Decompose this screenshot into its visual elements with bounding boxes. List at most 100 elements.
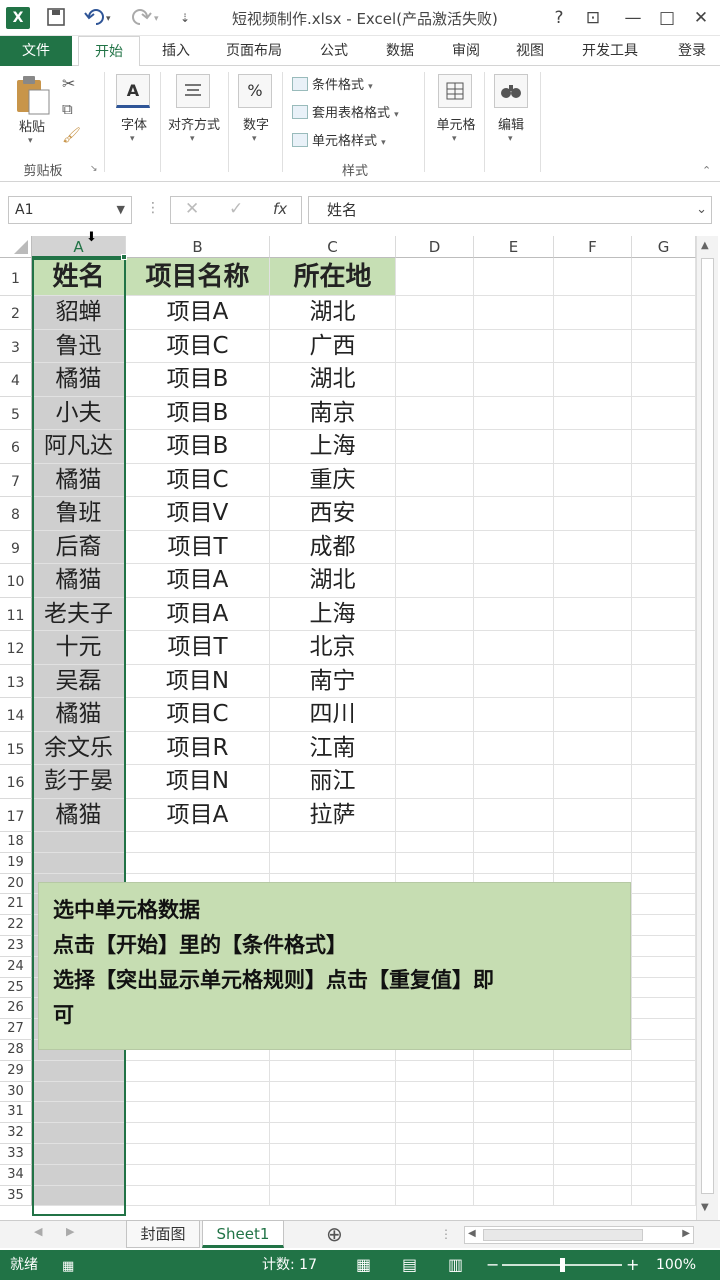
row-header[interactable]: 25 bbox=[0, 977, 32, 999]
zoom-slider-thumb[interactable] bbox=[560, 1258, 565, 1272]
empty-cell[interactable] bbox=[126, 832, 270, 853]
empty-cell[interactable] bbox=[554, 1081, 632, 1103]
header-cell[interactable]: 项目名称 bbox=[126, 258, 270, 296]
empty-cell[interactable] bbox=[632, 497, 696, 531]
table-cell[interactable]: 彭于晏 bbox=[32, 765, 126, 799]
table-cell[interactable]: 项目A bbox=[126, 296, 270, 330]
table-cell[interactable]: 后裔 bbox=[32, 530, 126, 564]
table-cell[interactable]: 西安 bbox=[270, 497, 396, 531]
empty-cell[interactable] bbox=[554, 530, 632, 564]
empty-cell[interactable] bbox=[632, 956, 696, 978]
empty-cell[interactable] bbox=[396, 258, 474, 296]
empty-cell[interactable] bbox=[474, 396, 554, 430]
row-header[interactable]: 10 bbox=[0, 564, 32, 598]
table-cell[interactable]: 橘猫 bbox=[32, 698, 126, 732]
empty-cell[interactable] bbox=[396, 698, 474, 732]
empty-cell[interactable] bbox=[396, 852, 474, 874]
empty-cell[interactable] bbox=[632, 1019, 696, 1040]
table-format-button[interactable]: 套用表格格式 ▾ bbox=[292, 102, 399, 121]
maximize-icon[interactable]: □ bbox=[654, 6, 680, 30]
row-header[interactable]: 8 bbox=[0, 497, 32, 531]
table-cell[interactable]: 项目N bbox=[126, 664, 270, 698]
close-icon[interactable]: ✕ bbox=[688, 6, 714, 30]
empty-cell[interactable] bbox=[126, 1123, 270, 1144]
row-header[interactable]: 11 bbox=[0, 597, 32, 631]
empty-cell[interactable] bbox=[126, 1185, 270, 1207]
alignment-icon[interactable] bbox=[176, 74, 210, 108]
conditional-format-button[interactable]: 条件格式 ▾ bbox=[292, 74, 373, 93]
zoom-level[interactable]: 100% bbox=[656, 1250, 696, 1280]
tab-split-icon[interactable]: ⋮ bbox=[440, 1227, 452, 1241]
empty-cell[interactable] bbox=[632, 1081, 696, 1103]
empty-cell[interactable] bbox=[474, 497, 554, 531]
table-cell[interactable]: 四川 bbox=[270, 698, 396, 732]
header-cell[interactable]: 所在地 bbox=[270, 258, 396, 296]
empty-cell[interactable] bbox=[474, 463, 554, 497]
empty-cell[interactable] bbox=[474, 1102, 554, 1124]
empty-cell[interactable] bbox=[396, 1081, 474, 1103]
empty-cell[interactable] bbox=[396, 832, 474, 853]
row-header[interactable]: 35 bbox=[0, 1185, 32, 1207]
empty-cell[interactable] bbox=[396, 1123, 474, 1144]
row-header[interactable]: 4 bbox=[0, 363, 32, 397]
cancel-icon[interactable]: ✕ bbox=[185, 199, 199, 219]
empty-cell[interactable] bbox=[32, 1185, 126, 1207]
row-header[interactable]: 2 bbox=[0, 296, 32, 330]
empty-cell[interactable] bbox=[126, 852, 270, 874]
cells-icon[interactable] bbox=[438, 74, 472, 108]
table-cell[interactable]: 项目R bbox=[126, 731, 270, 765]
empty-cell[interactable] bbox=[474, 597, 554, 631]
empty-cell[interactable] bbox=[632, 396, 696, 430]
empty-cell[interactable] bbox=[32, 1060, 126, 1082]
table-cell[interactable]: 项目T bbox=[126, 530, 270, 564]
table-cell[interactable]: 江南 bbox=[270, 731, 396, 765]
empty-cell[interactable] bbox=[632, 765, 696, 799]
table-cell[interactable]: 老夫子 bbox=[32, 597, 126, 631]
empty-cell[interactable] bbox=[632, 998, 696, 1020]
select-all-corner[interactable] bbox=[0, 236, 32, 258]
empty-cell[interactable] bbox=[632, 832, 696, 853]
table-cell[interactable]: 鲁班 bbox=[32, 497, 126, 531]
sheet-tab-cover[interactable]: 封面图 bbox=[126, 1220, 200, 1248]
empty-cell[interactable] bbox=[270, 852, 396, 874]
empty-cell[interactable] bbox=[396, 463, 474, 497]
insert-function-icon[interactable]: fx bbox=[273, 200, 287, 218]
empty-cell[interactable] bbox=[474, 765, 554, 799]
table-cell[interactable]: 橘猫 bbox=[32, 798, 126, 832]
table-cell[interactable]: 项目B bbox=[126, 430, 270, 464]
empty-cell[interactable] bbox=[474, 1123, 554, 1144]
empty-cell[interactable] bbox=[396, 731, 474, 765]
copy-icon[interactable]: ⧉ bbox=[62, 100, 73, 118]
empty-cell[interactable] bbox=[632, 1102, 696, 1124]
table-cell[interactable]: 湖北 bbox=[270, 363, 396, 397]
empty-cell[interactable] bbox=[32, 1102, 126, 1124]
empty-cell[interactable] bbox=[474, 852, 554, 874]
empty-cell[interactable] bbox=[474, 631, 554, 665]
binoculars-icon[interactable] bbox=[494, 74, 528, 108]
empty-cell[interactable] bbox=[396, 564, 474, 598]
empty-cell[interactable] bbox=[270, 1081, 396, 1103]
name-box-dropdown-icon[interactable]: ▼ bbox=[117, 197, 125, 223]
table-cell[interactable]: 丽江 bbox=[270, 765, 396, 799]
table-cell[interactable]: 项目T bbox=[126, 631, 270, 665]
undo-icon[interactable]: ▾ bbox=[84, 7, 116, 33]
empty-cell[interactable] bbox=[32, 832, 126, 853]
empty-cell[interactable] bbox=[554, 1144, 632, 1165]
tab-page-layout[interactable]: 页面布局 bbox=[214, 36, 294, 66]
row-header[interactable]: 18 bbox=[0, 832, 32, 853]
empty-cell[interactable] bbox=[554, 664, 632, 698]
empty-cell[interactable] bbox=[396, 363, 474, 397]
empty-cell[interactable] bbox=[632, 798, 696, 832]
empty-cell[interactable] bbox=[554, 1123, 632, 1144]
empty-cell[interactable] bbox=[396, 430, 474, 464]
empty-cell[interactable] bbox=[396, 1185, 474, 1207]
empty-cell[interactable] bbox=[474, 832, 554, 853]
redo-icon[interactable]: ▾ bbox=[132, 7, 164, 33]
row-header[interactable]: 20 bbox=[0, 873, 32, 895]
empty-cell[interactable] bbox=[270, 1144, 396, 1165]
add-sheet-icon[interactable]: ⊕ bbox=[326, 1222, 343, 1246]
empty-cell[interactable] bbox=[474, 258, 554, 296]
empty-cell[interactable] bbox=[126, 1081, 270, 1103]
empty-cell[interactable] bbox=[32, 1123, 126, 1144]
row-header[interactable]: 33 bbox=[0, 1144, 32, 1165]
